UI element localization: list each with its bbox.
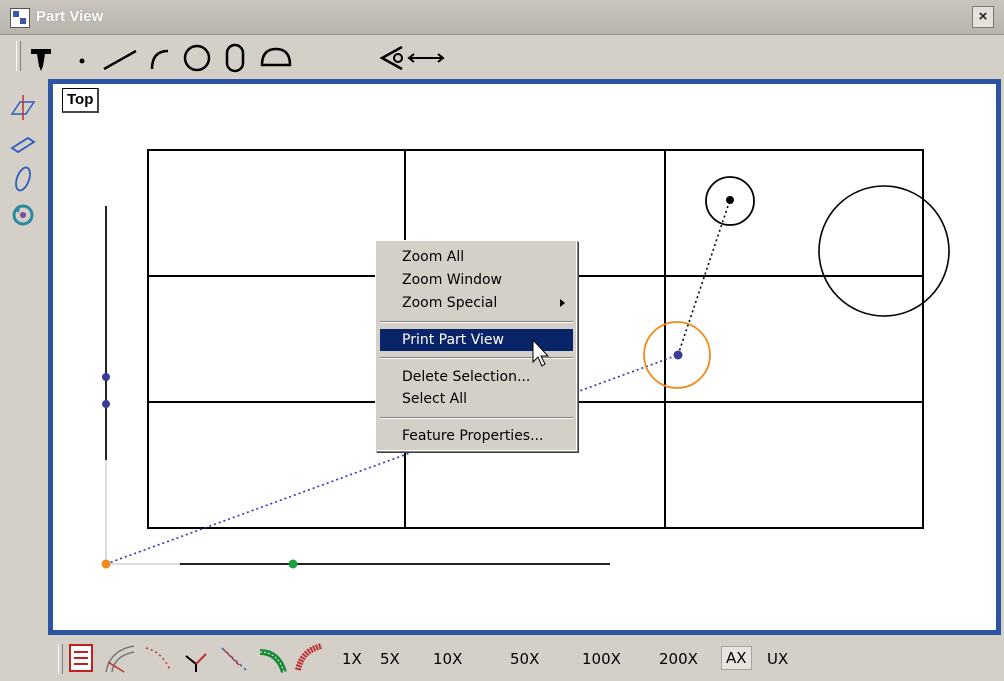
zoom-ax-button[interactable]: AX (721, 646, 752, 670)
menu-item-feature-properties[interactable]: Feature Properties... (380, 425, 573, 447)
zoom-50x-button[interactable]: 50X (510, 650, 539, 668)
context-menu: Zoom All Zoom Window Zoom Special Print … (375, 240, 577, 451)
arc-error-icon[interactable] (294, 642, 326, 674)
zoom-10x-button[interactable]: 10X (433, 650, 462, 668)
menu-item-print-part-view[interactable]: Print Part View (380, 329, 573, 351)
menu-separator (380, 417, 573, 419)
zoom-200x-button[interactable]: 200X (659, 650, 698, 668)
menu-separator (380, 357, 573, 359)
menu-item-zoom-all[interactable]: Zoom All (380, 246, 573, 268)
vector-icon[interactable] (180, 642, 212, 674)
zoom-100x-button[interactable]: 100X (582, 650, 621, 668)
large-circle-feature (818, 185, 950, 317)
menu-item-select-all[interactable]: Select All (380, 388, 573, 410)
point-cloud-icon[interactable] (218, 642, 250, 674)
point-feature (102, 373, 110, 381)
zoom-toolbar: 1X 5X 10X 50X 100X 200X AX UX (0, 636, 1004, 681)
selected-circle-center (673, 350, 683, 360)
menu-item-zoom-window[interactable]: Zoom Window (380, 269, 573, 291)
zoom-ux-button[interactable]: UX (767, 650, 788, 668)
dotted-arc-icon[interactable] (142, 642, 174, 674)
menu-item-zoom-special[interactable]: Zoom Special (380, 292, 573, 314)
green-point-feature (288, 559, 298, 569)
circle-center-point (726, 196, 734, 204)
arc-scan-icon[interactable] (104, 642, 136, 674)
view-label: Top (62, 88, 100, 113)
origin-point (101, 559, 111, 569)
report-icon[interactable] (66, 642, 98, 674)
point-feature (102, 400, 110, 408)
menu-separator (380, 321, 573, 323)
zoom-5x-button[interactable]: 5X (380, 650, 400, 668)
arc-tolerance-icon[interactable] (256, 642, 288, 674)
submenu-arrow-icon (560, 299, 565, 307)
toolbar-grip[interactable] (58, 644, 63, 674)
menu-item-label: Zoom Special (402, 295, 498, 311)
zoom-1x-button[interactable]: 1X (342, 650, 362, 668)
menu-item-delete-selection[interactable]: Delete Selection... (380, 366, 573, 388)
